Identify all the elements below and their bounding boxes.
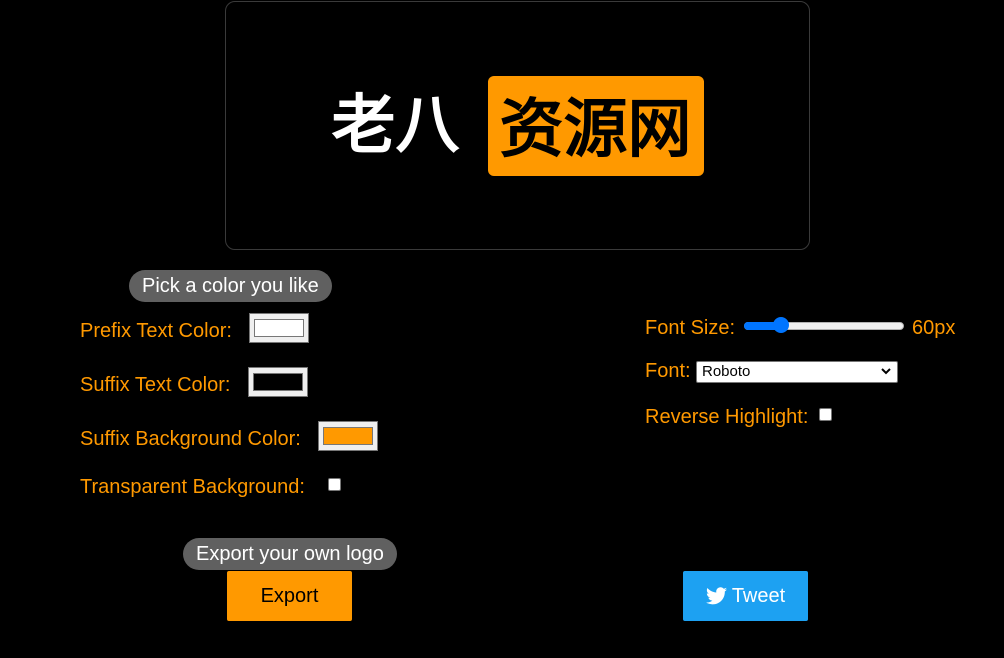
suffix-bg-color-picker[interactable] <box>318 421 378 451</box>
font-size-slider[interactable] <box>744 316 904 336</box>
transparent-bg-label: Transparent Background: <box>80 476 305 498</box>
twitter-bird-icon <box>705 587 727 605</box>
logo-preview: 老八 资源网 <box>225 1 810 250</box>
font-size-value: 60px <box>912 317 956 339</box>
font-select[interactable]: Roboto <box>696 361 898 383</box>
suffix-bg-color-label: Suffix Background Color: <box>80 428 301 450</box>
transparent-bg-checkbox[interactable] <box>328 478 341 491</box>
export-button[interactable]: Export <box>227 571 352 621</box>
prefix-text-color-picker[interactable] <box>249 313 309 343</box>
tweet-button[interactable]: Tweet <box>683 571 808 621</box>
export-button-label: Export <box>260 584 319 607</box>
logo-maker-page: 老八 资源网 Pick a color you like Prefix Text… <box>0 0 1004 658</box>
tweet-button-label: Tweet <box>731 584 786 607</box>
font-label: Font: <box>645 360 691 382</box>
suffix-text-color-picker[interactable] <box>248 367 308 397</box>
pick-color-pill: Pick a color you like <box>129 270 332 302</box>
logo-suffix-text: 资源网 <box>487 75 704 176</box>
font-size-label: Font Size: <box>645 317 736 339</box>
prefix-color-swatch <box>254 319 304 337</box>
reverse-highlight-checkbox[interactable] <box>819 408 832 421</box>
reverse-highlight-label: Reverse Highlight: <box>645 406 809 428</box>
logo-prefix-text: 老八 <box>331 88 460 163</box>
suffix-color-swatch <box>253 373 303 391</box>
prefix-text-color-label: Prefix Text Color: <box>80 320 232 342</box>
suffix-bg-color-swatch <box>323 427 373 445</box>
chevron-down-icon <box>880 362 892 382</box>
suffix-text-color-label: Suffix Text Color: <box>80 374 231 396</box>
export-logo-pill: Export your own logo <box>183 538 397 570</box>
font-select-value: Roboto <box>702 363 751 380</box>
slider-thumb[interactable] <box>772 317 789 333</box>
logo: 老八 资源网 <box>331 75 704 176</box>
